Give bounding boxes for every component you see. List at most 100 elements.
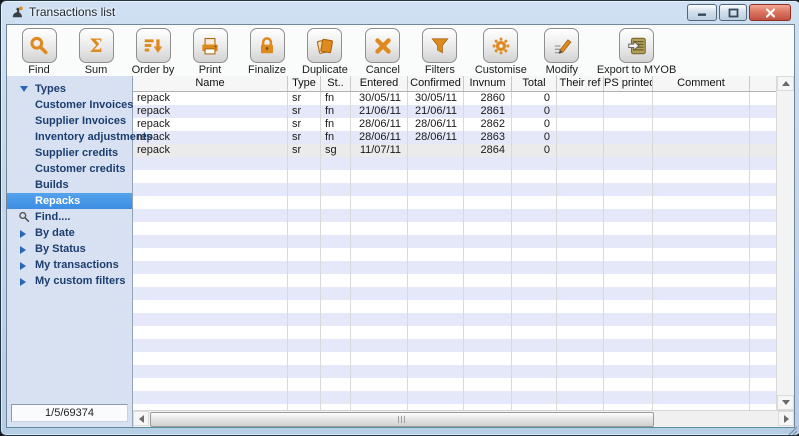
cell-confirmed xyxy=(408,144,464,157)
toolbar-button-export-to-myob[interactable]: Export to MYOB xyxy=(597,28,676,76)
sidebar-item-supplier-credits[interactable]: Supplier credits xyxy=(7,145,132,161)
cell-entered xyxy=(351,339,408,352)
toolbar-button-label: Duplicate xyxy=(302,64,348,76)
cell-spacer xyxy=(750,287,776,300)
scroll-up-button[interactable] xyxy=(777,76,794,91)
toolbar-button-order-by[interactable]: Order by xyxy=(131,28,175,76)
sidebar-item-by-date[interactable]: By date xyxy=(7,225,132,241)
titlebar[interactable]: Transactions list xyxy=(1,1,799,24)
toolbar-button-sum[interactable]: ΣSum xyxy=(74,28,118,76)
cell-spacer xyxy=(750,144,776,157)
sidebar-item-by-status[interactable]: By Status xyxy=(7,241,132,257)
column-header-name[interactable]: Name xyxy=(133,76,288,91)
sidebar-item-supplier-invoices[interactable]: Supplier Invoices xyxy=(7,113,132,129)
column-header-invnum[interactable]: Invnum xyxy=(464,76,512,91)
toolbar-button-finalize[interactable]: Finalize xyxy=(245,28,289,76)
scroll-left-button[interactable] xyxy=(133,411,149,426)
column-header-status[interactable]: St.. xyxy=(321,76,351,91)
sidebar-item-customer-credits[interactable]: Customer credits xyxy=(7,161,132,177)
table-row-empty xyxy=(133,170,776,183)
toolbar-button-label: Sum xyxy=(85,64,108,76)
sidebar-item-customer-invoices[interactable]: Customer Invoices xyxy=(7,97,132,113)
toolbar-button-modify[interactable]: Modify xyxy=(540,28,584,76)
cell-ps-printed-dt xyxy=(604,222,653,235)
cell-status xyxy=(321,287,351,300)
cell-entered xyxy=(351,313,408,326)
column-header-type[interactable]: Type xyxy=(288,76,321,91)
column-header-comment[interactable]: Comment xyxy=(653,76,750,91)
table-row[interactable]: repacksrfn28/06/1128/06/1128620 xyxy=(133,118,776,131)
sidebar-item-types[interactable]: Types xyxy=(7,81,132,97)
column-header-their-ref[interactable]: Their ref xyxy=(557,76,604,91)
table-row[interactable]: repacksrfn28/06/1128/06/1128630 xyxy=(133,131,776,144)
cell-entered xyxy=(351,274,408,287)
table-row[interactable]: repacksrsg11/07/1128640 xyxy=(133,144,776,157)
sidebar-item-inventory-adjustments[interactable]: Inventory adjustments xyxy=(7,129,132,145)
table-row-empty xyxy=(133,378,776,391)
cell-spacer xyxy=(750,118,776,131)
column-header-ps-printed-dt[interactable]: PS printed dt. xyxy=(604,76,653,91)
cell-status xyxy=(321,391,351,404)
toolbar-button-customise[interactable]: Customise xyxy=(475,28,527,76)
cell-confirmed xyxy=(408,352,464,365)
minimize-button[interactable] xyxy=(687,4,717,21)
table-row[interactable]: repacksrfn30/05/1130/05/1128600 xyxy=(133,92,776,105)
cell-total: 0 xyxy=(512,105,557,118)
toolbar-button-filters[interactable]: Filters xyxy=(418,28,462,76)
table-row-empty xyxy=(133,313,776,326)
horizontal-scrollbar[interactable] xyxy=(133,410,794,427)
resize-grip[interactable] xyxy=(787,423,798,434)
cell-total xyxy=(512,352,557,365)
cell-name xyxy=(133,300,288,313)
cell-status: fn xyxy=(321,118,351,131)
column-header-total[interactable]: Total xyxy=(512,76,557,91)
sidebar-item-my-transactions[interactable]: My transactions xyxy=(7,257,132,273)
maximize-button[interactable] xyxy=(719,4,747,21)
table-row[interactable]: repacksrfn21/06/1121/06/1128610 xyxy=(133,105,776,118)
cell-entered xyxy=(351,365,408,378)
cell-comment xyxy=(653,209,750,222)
table-scroll-area: NameTypeSt..EnteredConfirmedInvnumTotalT… xyxy=(133,76,794,410)
cell-ps-printed-dt xyxy=(604,157,653,170)
cell-confirmed xyxy=(408,339,464,352)
cell-their-ref xyxy=(557,209,604,222)
sum-icon: Σ xyxy=(79,28,114,63)
toolbar-button-label: Print xyxy=(199,64,222,76)
cell-entered xyxy=(351,170,408,183)
cell-confirmed xyxy=(408,183,464,196)
toolbar-button-label: Finalize xyxy=(248,64,286,76)
cell-entered: 11/07/11 xyxy=(351,144,408,157)
column-header-entered[interactable]: Entered xyxy=(351,76,408,91)
table-row-empty xyxy=(133,274,776,287)
horizontal-scroll-thumb[interactable] xyxy=(150,412,654,427)
cell-type xyxy=(288,157,321,170)
close-button[interactable] xyxy=(749,4,791,21)
table-row-empty xyxy=(133,157,776,170)
sidebar-item-my-custom-filters[interactable]: My custom filters xyxy=(7,273,132,289)
toolbar-button-cancel[interactable]: Cancel xyxy=(361,28,405,76)
cell-comment xyxy=(653,157,750,170)
cell-spacer xyxy=(750,105,776,118)
toolbar-button-duplicate[interactable]: Duplicate xyxy=(302,28,348,76)
cell-type xyxy=(288,313,321,326)
vertical-scrollbar[interactable] xyxy=(776,76,794,410)
toolbar-button-print[interactable]: Print xyxy=(188,28,232,76)
sidebar-item-label: Supplier Invoices xyxy=(35,113,126,129)
sidebar-item-repacks[interactable]: Repacks xyxy=(7,193,132,209)
cell-ps-printed-dt xyxy=(604,261,653,274)
cell-type xyxy=(288,209,321,222)
cell-ps-printed-dt xyxy=(604,365,653,378)
sidebar-item-builds[interactable]: Builds xyxy=(7,177,132,193)
sidebar-item-find[interactable]: Find.... xyxy=(7,209,132,225)
cell-name xyxy=(133,313,288,326)
arrow-down-icon xyxy=(782,400,790,405)
cell-their-ref xyxy=(557,157,604,170)
toolbar-button-find[interactable]: Find xyxy=(17,28,61,76)
cell-type xyxy=(288,287,321,300)
sidebar-item-label: Customer Invoices xyxy=(35,97,133,113)
table-body[interactable]: repacksrfn30/05/1130/05/1128600repacksrf… xyxy=(133,92,776,410)
column-header-confirmed[interactable]: Confirmed xyxy=(408,76,464,91)
cell-spacer xyxy=(750,365,776,378)
scroll-down-button[interactable] xyxy=(777,395,794,410)
cell-ps-printed-dt xyxy=(604,183,653,196)
